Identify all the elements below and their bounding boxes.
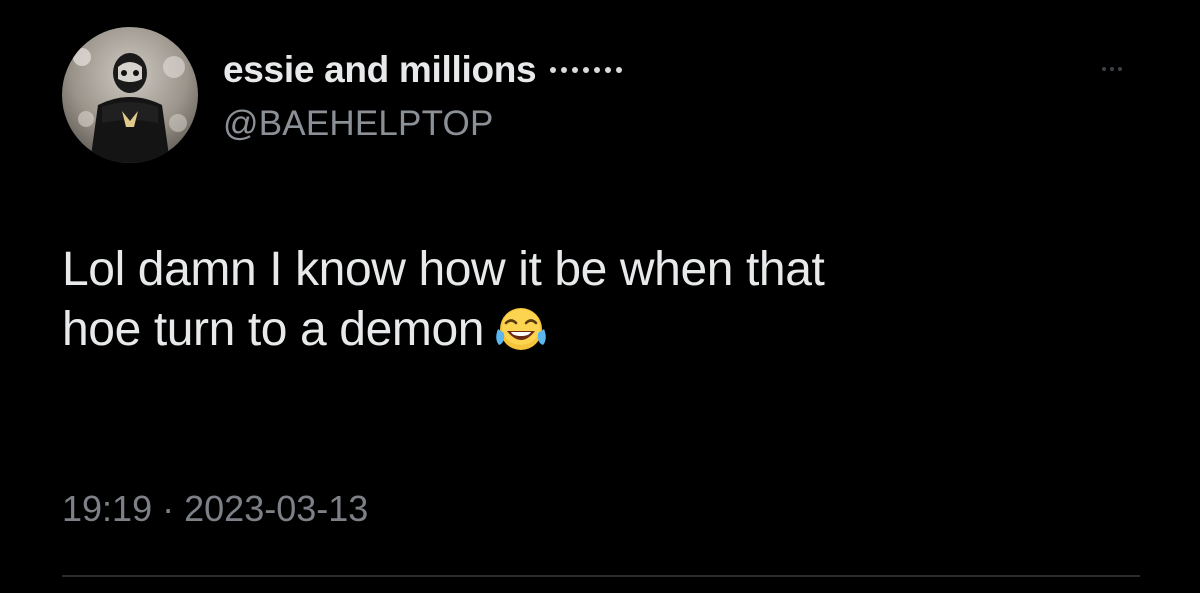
author-row: essie and millions — [223, 48, 623, 92]
tweet-card: essie and millions @BAEHELPTOP Lol damn … — [0, 0, 1200, 593]
tweet-time: 19:19 — [62, 488, 153, 529]
author-handle[interactable]: @BAEHELPTOP — [223, 104, 494, 144]
tweet-text: Lol damn I know how it be when that hoe … — [62, 240, 1142, 368]
avatar[interactable] — [62, 27, 198, 163]
decorative-dots-icon — [550, 60, 623, 80]
divider — [62, 575, 1140, 577]
more-options-icon[interactable] — [1088, 56, 1136, 82]
avatar-photo-icon — [62, 27, 198, 163]
tweet-text-line-2-text: hoe turn to a demon — [62, 303, 485, 356]
display-name[interactable]: essie and millions — [223, 49, 537, 91]
tweet-text-line-1: Lol damn I know how it be when that — [62, 243, 825, 296]
tweet-text-line-2: hoe turn to a demon — [62, 300, 1142, 368]
tweet-timestamp[interactable]: 19:19 · 2023-03-13 — [62, 488, 368, 530]
timestamp-separator: · — [162, 488, 175, 529]
tweet-date: 2023-03-13 — [184, 488, 369, 529]
tears-of-joy-emoji-icon — [494, 305, 548, 368]
